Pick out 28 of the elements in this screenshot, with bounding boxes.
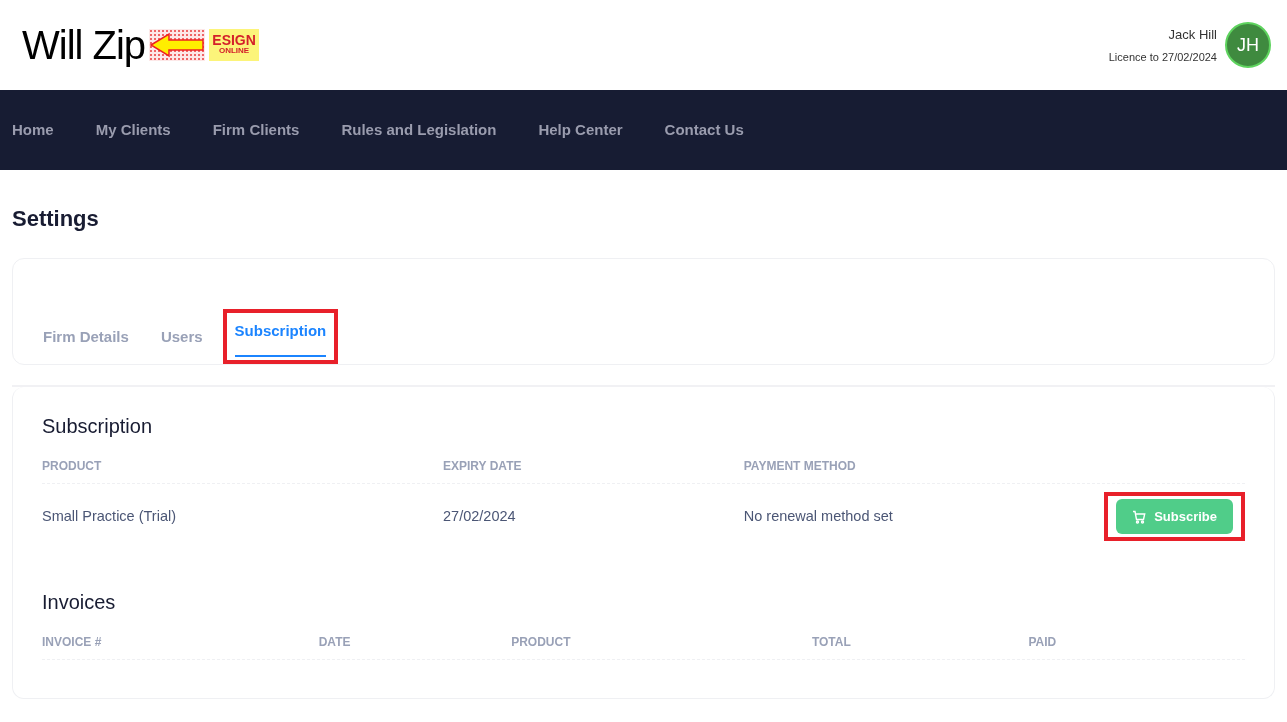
page-title: Settings (12, 206, 100, 233)
column-header: PAID (1028, 634, 1058, 652)
section-title: Subscription (42, 413, 154, 439)
nav-link[interactable]: Firm Clients (200, 118, 312, 142)
column-header: EXPIRY DATE (443, 457, 523, 475)
cart-icon (1132, 509, 1147, 524)
column-header: INVOICE # (42, 634, 103, 652)
table-cell-text: No renewal method set (743, 506, 894, 526)
nav-link[interactable]: Contact Us (652, 118, 756, 142)
user-name: Jack Hill (1167, 26, 1217, 44)
logo-text: Will Zip (22, 25, 146, 65)
nav-link[interactable]: My Clients (83, 118, 183, 142)
table-cell-text: 27/02/2024 (443, 506, 517, 526)
section-title: Invoices (42, 590, 117, 616)
column-header: TOTAL (811, 634, 852, 652)
column-header: PRODUCT (42, 457, 103, 475)
column-header: DATE (318, 634, 352, 652)
user-avatar[interactable]: JH (1225, 22, 1271, 68)
logo-badge: ESIGN ONLINE (209, 29, 260, 61)
nav-link[interactable]: Rules and Legislation (329, 118, 509, 142)
nav-link[interactable]: Help Center (526, 118, 635, 142)
nav-link[interactable]: Home (0, 118, 66, 142)
column-header: PAYMENT METHOD (743, 457, 857, 475)
arrow-icon (149, 29, 206, 61)
column-header: PRODUCT (511, 634, 572, 652)
settings-tab[interactable]: Subscription (234, 316, 327, 357)
licence-text: Licence to 27/02/2024 (1108, 49, 1217, 65)
table-cell-text: Small Practice (Trial) (42, 506, 177, 526)
